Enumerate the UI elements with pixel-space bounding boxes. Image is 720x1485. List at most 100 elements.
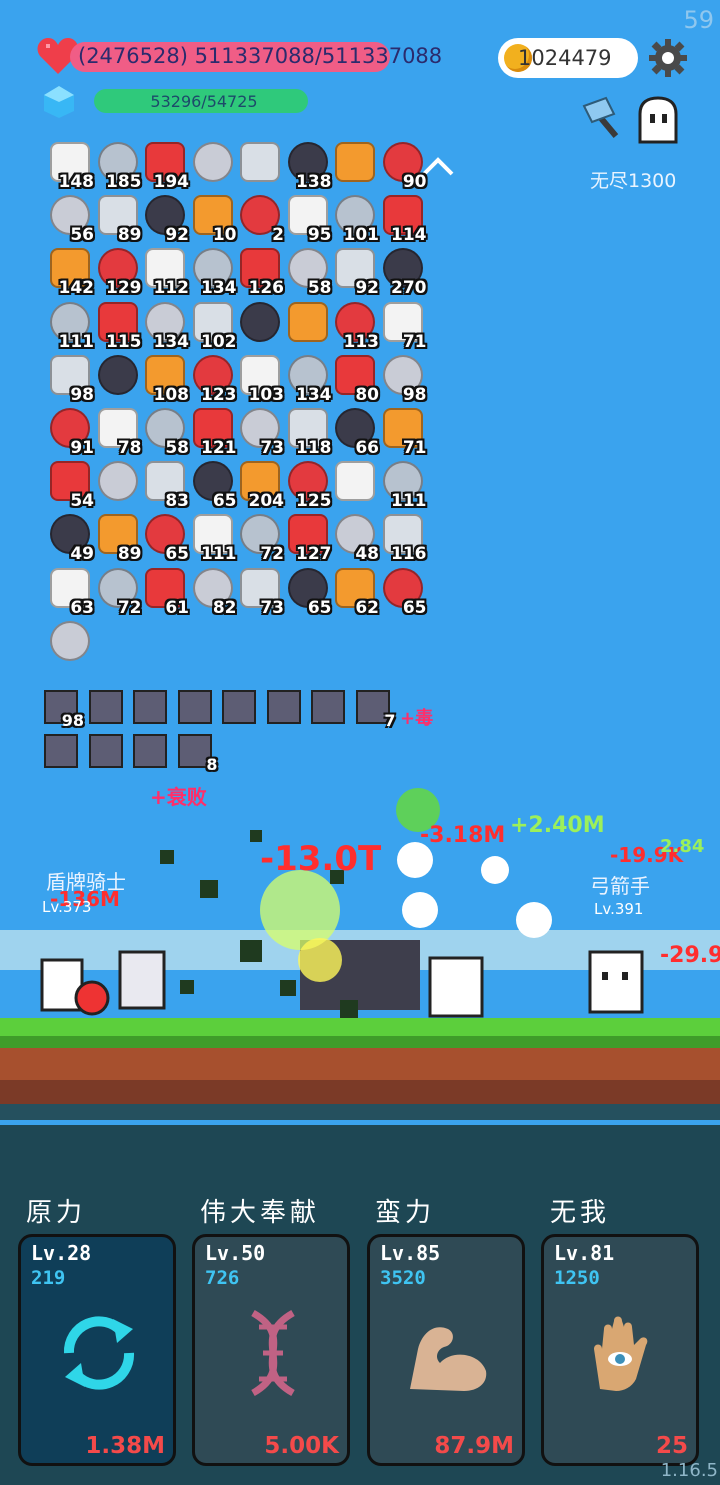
item-slot[interactable]: 58 <box>139 406 191 458</box>
item-slot[interactable]: 63 <box>44 566 96 618</box>
item-slot[interactable]: 10 <box>187 193 239 245</box>
item-slot[interactable]: 56 <box>44 193 96 245</box>
item-slot[interactable]: 65 <box>139 512 191 564</box>
ghost-icon[interactable] <box>634 96 682 146</box>
item-slot[interactable]: 111 <box>44 300 96 352</box>
item-slot[interactable]: 48 <box>329 512 381 564</box>
item-slot[interactable]: 116 <box>377 512 429 564</box>
item-slot[interactable]: 71 <box>377 300 429 352</box>
item-slot[interactable] <box>187 140 239 192</box>
item-slot[interactable]: 72 <box>234 512 286 564</box>
item-slot[interactable]: 61 <box>139 566 191 618</box>
item-slot[interactable]: 98 <box>377 353 429 405</box>
item-slot[interactable]: 66 <box>329 406 381 458</box>
item-slot[interactable] <box>92 459 144 511</box>
item-count: 112 <box>153 278 190 299</box>
item-slot[interactable]: 129 <box>92 246 144 298</box>
item-count: 48 <box>355 544 379 565</box>
item-slot[interactable]: 101 <box>329 193 381 245</box>
item-slot[interactable] <box>234 140 286 192</box>
item-slot[interactable]: 71 <box>377 406 429 458</box>
item-count: 95 <box>307 225 332 246</box>
item-slot[interactable]: 65 <box>282 566 334 618</box>
item-slot[interactable]: 73 <box>234 566 286 618</box>
version-label: 1.16.5 <box>660 1460 718 1481</box>
item-slot[interactable]: 65 <box>187 459 239 511</box>
damage-popup: +衰败 <box>150 785 207 809</box>
item-slot[interactable]: 270 <box>377 246 429 298</box>
item-slot[interactable] <box>44 619 96 671</box>
item-slot[interactable] <box>92 353 144 405</box>
item-slot[interactable]: 113 <box>329 300 381 352</box>
gear-icon[interactable] <box>648 38 688 78</box>
item-slot[interactable]: 108 <box>139 353 191 405</box>
item-slot[interactable]: 134 <box>187 246 239 298</box>
item-slot[interactable]: 54 <box>44 459 96 511</box>
item-slot[interactable]: 111 <box>187 512 239 564</box>
item-slot[interactable]: 90 <box>377 140 429 192</box>
axe-icon[interactable] <box>580 96 630 140</box>
item-slot[interactable]: 65 <box>377 566 429 618</box>
item-count: 73 <box>260 597 284 618</box>
item-slot[interactable] <box>282 300 334 352</box>
item-slot[interactable]: 121 <box>187 406 239 458</box>
item-count: 61 <box>165 597 189 618</box>
item-count: 108 <box>153 384 190 405</box>
torch-icon <box>335 142 375 182</box>
item-slot[interactable]: 92 <box>329 246 381 298</box>
item-count: 113 <box>343 331 380 352</box>
item-slot[interactable]: 73 <box>234 406 286 458</box>
item-count: 125 <box>296 491 332 512</box>
item-slot[interactable]: 123 <box>187 353 239 405</box>
item-slot[interactable]: 112 <box>139 246 191 298</box>
item-slot[interactable]: 148 <box>44 140 96 192</box>
item-slot[interactable]: 82 <box>187 566 239 618</box>
coins-icon <box>50 620 90 661</box>
item-count: 63 <box>70 597 94 618</box>
skill-card-selfless[interactable]: Lv.81 1250 25 <box>541 1234 699 1466</box>
item-slot[interactable]: 118 <box>282 406 334 458</box>
skill-card-force[interactable]: Lv.28 219 1.38M <box>18 1234 176 1466</box>
item-slot[interactable]: 58 <box>282 246 334 298</box>
item-slot[interactable]: 115 <box>92 300 144 352</box>
item-slot[interactable]: 125 <box>282 459 334 511</box>
damage-popup: -3.18M <box>420 823 505 848</box>
item-slot[interactable]: 83 <box>139 459 191 511</box>
item-count: 10 <box>212 225 237 246</box>
item-slot[interactable]: 95 <box>282 193 334 245</box>
item-slot[interactable]: 138 <box>282 140 334 192</box>
item-count: 73 <box>260 438 284 458</box>
item-slot[interactable]: 142 <box>44 246 96 298</box>
item-slot[interactable]: 111 <box>377 459 429 511</box>
item-slot[interactable]: 89 <box>92 193 144 245</box>
archer-name: 弓箭手 <box>590 874 650 898</box>
item-slot[interactable]: 89 <box>92 512 144 564</box>
item-slot[interactable]: 127 <box>282 512 334 564</box>
item-slot[interactable]: 72 <box>92 566 144 618</box>
item-slot[interactable]: 102 <box>187 300 239 352</box>
item-slot[interactable]: 2 <box>234 193 286 245</box>
item-slot[interactable]: 114 <box>377 193 429 245</box>
item-slot[interactable]: 103 <box>234 353 286 405</box>
item-slot[interactable] <box>329 459 381 511</box>
skill-card-devotion[interactable]: Lv.50 726 5.00K <box>192 1234 350 1466</box>
item-slot[interactable]: 204 <box>234 459 286 511</box>
item-slot[interactable]: 185 <box>92 140 144 192</box>
item-slot[interactable]: 126 <box>234 246 286 298</box>
item-slot[interactable]: 80 <box>329 353 381 405</box>
item-slot[interactable]: 62 <box>329 566 381 618</box>
item-count: 58 <box>165 438 189 458</box>
item-slot[interactable]: 134 <box>139 300 191 352</box>
item-slot[interactable]: 134 <box>282 353 334 405</box>
item-slot[interactable]: 49 <box>44 512 96 564</box>
skill-card-brute[interactable]: Lv.85 3520 87.9M <box>367 1234 525 1466</box>
item-slot[interactable]: 92 <box>139 193 191 245</box>
item-slot[interactable]: 91 <box>44 406 96 458</box>
item-slot[interactable] <box>234 300 286 352</box>
item-count: 54 <box>70 491 94 512</box>
item-slot[interactable]: 194 <box>139 140 191 192</box>
skill-cost: 1250 <box>554 1267 600 1289</box>
item-slot[interactable]: 78 <box>92 406 144 458</box>
item-slot[interactable]: 98 <box>44 353 96 405</box>
item-slot[interactable] <box>329 140 381 192</box>
